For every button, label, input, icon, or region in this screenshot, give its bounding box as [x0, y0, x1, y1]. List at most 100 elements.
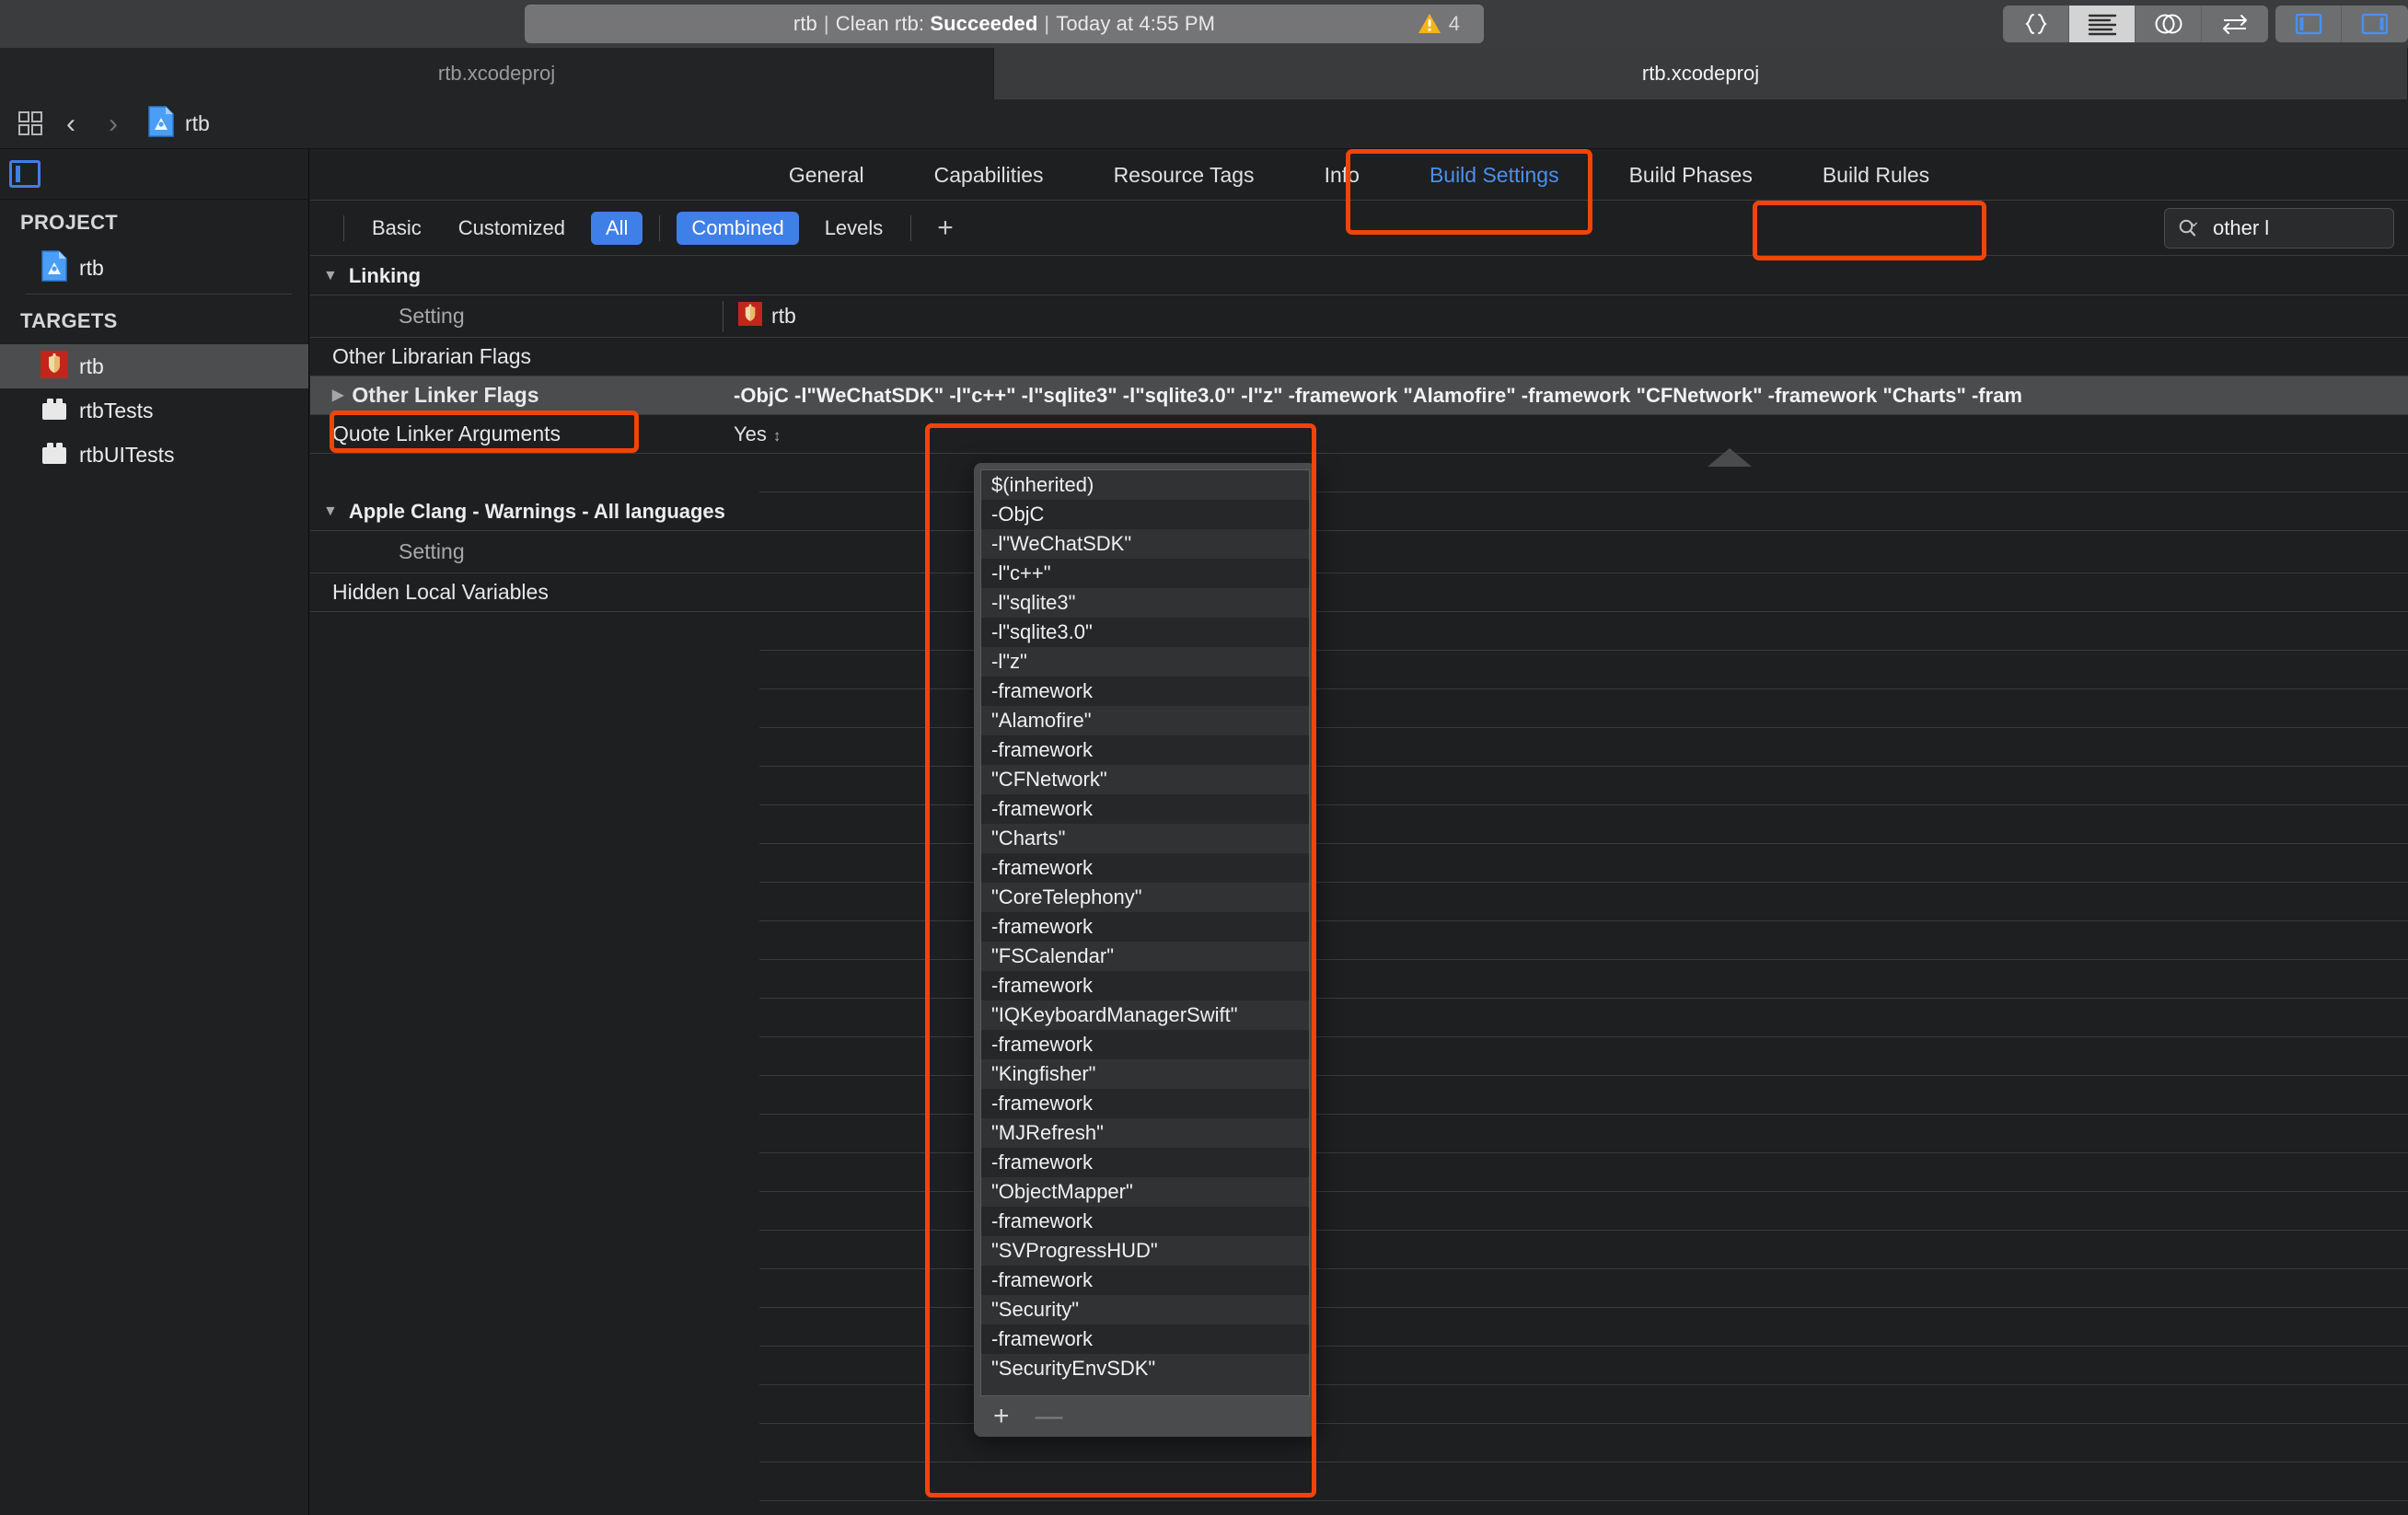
linker-flag-item[interactable]: "MJRefresh" — [981, 1118, 1309, 1148]
linker-flag-item[interactable]: -framework — [981, 853, 1309, 883]
linker-flag-item[interactable]: -framework — [981, 677, 1309, 706]
tab-info[interactable]: Info — [1290, 149, 1395, 201]
group-header-apple-clang-warnings[interactable]: ▼ Apple Clang - Warnings - All languages — [310, 492, 2408, 531]
warning-count: 4 — [1448, 12, 1460, 35]
linker-flag-item[interactable]: $(inherited) — [981, 470, 1309, 500]
column-header-target-label: rtb — [771, 304, 796, 328]
linker-flag-item[interactable]: -framework — [981, 1324, 1309, 1354]
tab-capabilities[interactable]: Capabilities — [899, 149, 1079, 201]
linker-flag-item[interactable]: -framework — [981, 912, 1309, 942]
disclosure-triangle-down-icon[interactable]: ▼ — [323, 268, 338, 283]
setting-value[interactable]: -ObjC -l"WeChatSDK" -l"c++" -l"sqlite3" … — [723, 384, 2408, 408]
remove-flag-button[interactable]: — — [1036, 1403, 1063, 1430]
empty-rows-area — [310, 612, 2408, 1501]
code-braces-button[interactable] — [2003, 6, 2069, 42]
setting-row-other-linker-flags[interactable]: ▶ Other Linker Flags -ObjC -l"WeChatSDK"… — [310, 376, 2408, 415]
tab-rtb-xcodeproj-2[interactable]: rtb.xcodeproj — [994, 48, 2408, 99]
sidebar-item-label: rtb — [79, 255, 104, 280]
linker-flag-item[interactable]: "SVProgressHUD" — [981, 1236, 1309, 1266]
navigator-toggle-button[interactable] — [2275, 6, 2342, 42]
filter-all[interactable]: All — [590, 211, 643, 245]
linker-flag-item[interactable]: -framework — [981, 1207, 1309, 1236]
sidebar-item-label: rtb — [79, 353, 104, 378]
empty-row — [759, 1463, 2408, 1501]
sidebar-item-target-rtb[interactable]: rtb — [0, 344, 308, 388]
linker-flag-item[interactable]: "CFNetwork" — [981, 765, 1309, 794]
linker-flag-item[interactable]: "CoreTelephony" — [981, 883, 1309, 912]
tab-general[interactable]: General — [754, 149, 899, 201]
linker-flag-item[interactable]: -l"sqlite3" — [981, 588, 1309, 618]
tab-build-settings[interactable]: Build Settings — [1395, 149, 1594, 201]
project-file-icon — [41, 249, 68, 286]
linker-flag-item[interactable]: "Alamofire" — [981, 706, 1309, 735]
disclosure-triangle-right-icon[interactable]: ▶ — [332, 387, 343, 403]
sidebar-item-project-rtb[interactable]: rtb — [0, 246, 308, 290]
sidebar-item-target-rtbUITests[interactable]: rtbUITests — [0, 433, 308, 477]
back-button[interactable]: ‹ — [50, 110, 92, 138]
group-header-linking[interactable]: ▼ Linking — [310, 257, 2408, 295]
filter-basic[interactable]: Basic — [353, 216, 440, 240]
linker-flag-item[interactable]: -l"sqlite3.0" — [981, 618, 1309, 647]
disclosure-triangle-down-icon[interactable]: ▼ — [323, 503, 338, 519]
linker-flag-item[interactable]: -ObjC — [981, 500, 1309, 529]
linker-flags-list[interactable]: $(inherited) -ObjC -l"WeChatSDK" -l"c++" -l"… — [980, 469, 1310, 1396]
tab-build-phases[interactable]: Build Phases — [1594, 149, 1788, 201]
linker-flag-item[interactable]: -framework — [981, 735, 1309, 765]
standard-editor-button[interactable] — [2069, 6, 2136, 42]
column-header-target: rtb — [723, 300, 796, 332]
inspector-toggle-button[interactable] — [2342, 6, 2408, 42]
linker-flag-item[interactable]: "ObjectMapper" — [981, 1177, 1309, 1207]
linker-flag-item[interactable]: "Kingfisher" — [981, 1059, 1309, 1089]
filter-combined[interactable]: Combined — [677, 211, 799, 245]
version-editor-button[interactable] — [2202, 6, 2268, 42]
setting-row-hidden-local-variables[interactable]: Hidden Local Variables — [310, 573, 2408, 612]
add-build-setting-button[interactable]: + — [920, 214, 970, 242]
setting-label: Quote Linker Arguments — [332, 422, 561, 445]
linker-flag-item[interactable]: -l"c++" — [981, 559, 1309, 588]
assistant-editor-button[interactable] — [2136, 6, 2202, 42]
setting-row-quote-linker-arguments[interactable]: Quote Linker Arguments Yes ↕ — [310, 415, 2408, 454]
breadcrumb[interactable]: rtb — [147, 106, 210, 142]
status-time: Today at 4:55 PM — [1056, 12, 1216, 35]
linker-flag-item[interactable]: -framework — [981, 1266, 1309, 1295]
build-settings-table[interactable]: ▼ Linking Setting rtb Other Librarian Fl… — [310, 257, 2408, 1515]
build-status-pill[interactable]: rtb | Clean rtb: Succeeded | Today at 4:55 P… — [525, 5, 1484, 43]
tab-rtb-xcodeproj-1[interactable]: rtb.xcodeproj — [0, 48, 994, 99]
stepper-icon[interactable]: ↕ — [773, 427, 781, 445]
sidebar-header — [0, 149, 308, 200]
tab-resource-tags[interactable]: Resource Tags — [1079, 149, 1290, 201]
linker-flag-item[interactable]: -l"WeChatSDK" — [981, 529, 1309, 559]
build-status-text: rtb | Clean rtb: Succeeded | Today at 4:55 P… — [793, 12, 1215, 36]
column-header-row: Setting rtb — [310, 295, 2408, 338]
linker-flag-item[interactable]: -l"z" — [981, 647, 1309, 677]
warning-indicator[interactable]: 4 — [1418, 5, 1460, 43]
sidebar-item-target-rtbTests[interactable]: rtbTests — [0, 388, 308, 433]
linker-flag-item[interactable]: "SecurityEnvSDK" — [981, 1354, 1309, 1383]
linker-flag-item[interactable]: -framework — [981, 1148, 1309, 1177]
setting-row-other-librarian-flags[interactable]: Other Librarian Flags — [310, 338, 2408, 376]
setting-value-popup[interactable]: Yes ↕ — [723, 422, 2408, 446]
breadcrumb-label: rtb — [185, 111, 210, 135]
linker-flag-item[interactable]: "FSCalendar" — [981, 942, 1309, 971]
sidebar-panel-icon[interactable] — [9, 160, 41, 188]
filter-levels[interactable]: Levels — [806, 216, 902, 240]
linker-flag-item[interactable]: -framework — [981, 1030, 1309, 1059]
forward-button[interactable]: › — [92, 110, 134, 138]
tab-build-rules[interactable]: Build Rules — [1788, 149, 1964, 201]
add-flag-button[interactable]: + — [993, 1403, 1010, 1430]
search-icon[interactable] — [2178, 218, 2202, 238]
filter-customized[interactable]: Customized — [440, 216, 584, 240]
toolbar-right-controls — [2003, 4, 2408, 44]
search-input[interactable]: other l — [2164, 208, 2394, 249]
linker-flags-popover[interactable]: $(inherited) -ObjC -l"WeChatSDK" -l"c++" -l"… — [974, 463, 1316, 1437]
related-items-icon[interactable] — [13, 110, 50, 138]
linker-flag-item[interactable]: "Charts" — [981, 824, 1309, 853]
linker-flag-item-partial[interactable] — [981, 1383, 1309, 1395]
linker-flag-item[interactable]: -framework — [981, 1089, 1309, 1118]
search-field-wrapper: other l — [2164, 208, 2394, 249]
editor-mode-group — [2003, 6, 2268, 42]
linker-flag-item[interactable]: "Security" — [981, 1295, 1309, 1324]
linker-flag-item[interactable]: "IQKeyboardManagerSwift" — [981, 1000, 1309, 1030]
linker-flag-item[interactable]: -framework — [981, 794, 1309, 824]
linker-flag-item[interactable]: -framework — [981, 971, 1309, 1000]
